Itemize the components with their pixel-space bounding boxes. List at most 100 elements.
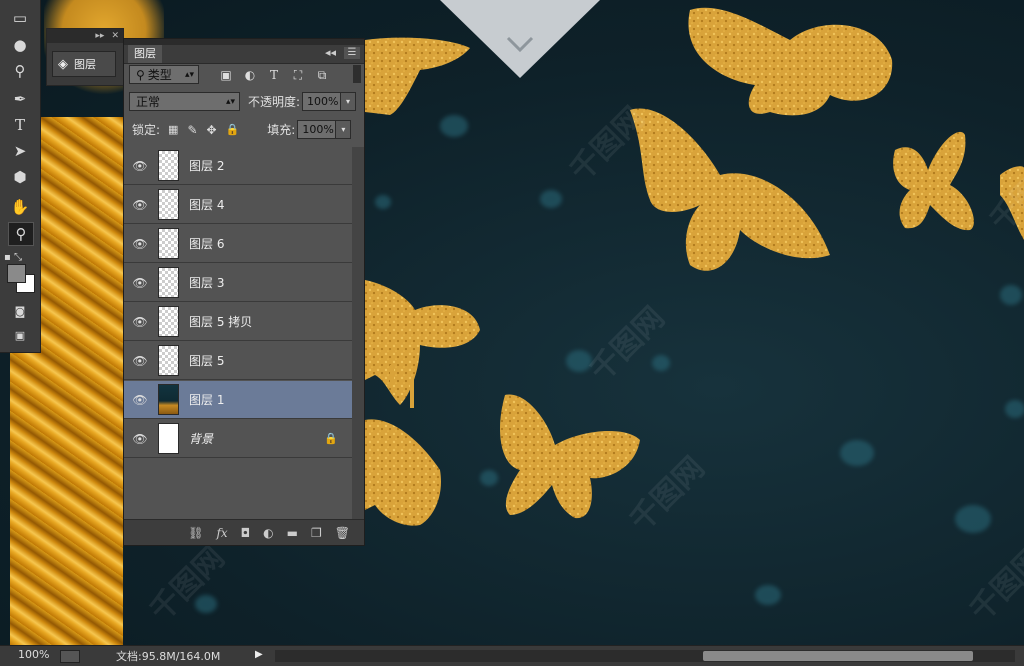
lock-transparent-icon[interactable]: ▦ bbox=[168, 123, 178, 136]
document-info: 文档:95.8M/164.0M bbox=[116, 650, 221, 663]
dock-header: ▸▸ ✕ bbox=[47, 29, 123, 43]
gradient-tool-icon[interactable]: ▭ bbox=[8, 7, 32, 29]
scrollbar-thumb[interactable] bbox=[703, 651, 973, 661]
filter-row: ⚲ 类型 ▴▾ ▣ ◐ T ⛶ ⧉ bbox=[129, 65, 369, 84]
zoom-slider-icon[interactable] bbox=[60, 650, 80, 663]
lock-move-icon[interactable]: ✥ bbox=[207, 123, 217, 137]
layer-thumbnail bbox=[158, 150, 179, 181]
type-tool-icon[interactable]: T bbox=[8, 114, 32, 136]
fx-icon[interactable]: fx bbox=[216, 526, 227, 540]
adjustment-filter-icon[interactable]: ◐ bbox=[241, 67, 259, 83]
close-icon[interactable]: ✕ bbox=[111, 31, 119, 41]
layer-name: 图层 4 bbox=[189, 198, 225, 212]
shape-tool-icon[interactable]: ⬢ bbox=[8, 166, 32, 188]
zoom-level[interactable]: 100% bbox=[18, 648, 49, 661]
eye-icon[interactable]: 👁 bbox=[124, 276, 156, 290]
layer-row[interactable]: 👁 图层 5 拷贝 bbox=[124, 303, 352, 341]
lock-brush-icon[interactable]: ✎ bbox=[187, 123, 197, 137]
quick-mask-icon[interactable]: ◙ bbox=[8, 300, 32, 322]
delete-layer-icon[interactable]: 🗑 bbox=[335, 526, 350, 540]
layer-name: 图层 3 bbox=[189, 276, 225, 290]
layer-name: 图层 5 拷贝 bbox=[189, 315, 253, 329]
layer-name: 图层 6 bbox=[189, 237, 225, 251]
layer-thumbnail bbox=[158, 384, 179, 415]
layer-thumbnail bbox=[158, 189, 179, 220]
layer-row[interactable]: 👁 图层 1 bbox=[124, 381, 352, 419]
pen-tool-icon[interactable]: ✒ bbox=[8, 88, 32, 110]
layer-row[interactable]: 👁 图层 5 bbox=[124, 342, 352, 380]
screen-mode-icon[interactable]: ▣ bbox=[8, 324, 32, 346]
layer-row[interactable]: 👁 图层 4 bbox=[124, 186, 352, 224]
filter-type-select[interactable]: ⚲ 类型 ▴▾ bbox=[129, 65, 199, 84]
lock-all-icon[interactable]: 🔒 bbox=[226, 123, 240, 136]
panel-footer: ⛓ fx ◘ ◐ ▬ ❐ 🗑 bbox=[124, 519, 364, 545]
search-icon: ⚲ bbox=[136, 67, 145, 82]
eye-icon[interactable]: 👁 bbox=[124, 315, 156, 329]
chevron-down-icon: ▴▾ bbox=[225, 97, 235, 107]
blend-mode-select[interactable]: 正常 ▴▾ bbox=[129, 92, 240, 111]
eye-icon[interactable]: 👁 bbox=[124, 198, 156, 212]
layer-thumbnail bbox=[158, 267, 179, 298]
shape-filter-icon[interactable]: ⛶ bbox=[289, 67, 307, 83]
layer-name: 图层 1 bbox=[189, 393, 225, 407]
hand-tool-icon[interactable]: ✋ bbox=[8, 196, 32, 218]
layer-thumbnail bbox=[158, 228, 179, 259]
new-group-icon[interactable]: ▬ bbox=[287, 526, 298, 540]
lock-row: 锁定: ▦ ✎ ✥ 🔒 填充: 100% ▾ bbox=[132, 120, 372, 139]
chevron-down-icon[interactable]: ▾ bbox=[340, 93, 356, 110]
dodge-tool-icon[interactable]: ⚲ bbox=[8, 60, 32, 82]
chevron-down-icon[interactable]: ▾ bbox=[335, 121, 351, 138]
tab-layers[interactable]: 图层 bbox=[128, 45, 162, 63]
foreground-color-swatch[interactable] bbox=[7, 264, 26, 283]
panel-menu-icon[interactable]: ☰ bbox=[344, 47, 360, 59]
layer-list: 👁 图层 2 👁 图层 4 👁 图层 6 👁 图层 3 👁 图层 5 拷贝 👁 bbox=[124, 147, 352, 519]
new-layer-icon[interactable]: ❐ bbox=[311, 526, 322, 540]
eye-icon[interactable]: 👁 bbox=[124, 393, 156, 407]
layer-row[interactable]: 👁 图层 3 bbox=[124, 264, 352, 302]
lock-icon: 🔒 bbox=[324, 432, 338, 445]
layer-thumbnail bbox=[158, 423, 179, 454]
eye-icon[interactable]: 👁 bbox=[124, 432, 156, 446]
filter-toggle[interactable] bbox=[353, 65, 361, 83]
filter-type-value: 类型 bbox=[147, 68, 172, 82]
type-filter-icon[interactable]: T bbox=[265, 67, 283, 83]
chevron-down-icon: ▴▾ bbox=[184, 70, 194, 80]
layers-icon: ◈ bbox=[58, 56, 68, 72]
layer-row[interactable]: 👁 图层 2 bbox=[124, 147, 352, 185]
path-selection-tool-icon[interactable]: ➤ bbox=[8, 140, 32, 162]
blur-tool-icon[interactable]: ● bbox=[8, 34, 32, 56]
blend-mode-value: 正常 bbox=[136, 95, 161, 109]
horizontal-scrollbar[interactable] bbox=[275, 650, 1015, 662]
layer-name: 背景 bbox=[189, 432, 214, 446]
collapsed-panel-dock: ▸▸ ✕ ◈ 图层 bbox=[46, 28, 124, 86]
zoom-tool-icon[interactable]: ⚲ bbox=[8, 222, 34, 246]
collapse-icon[interactable]: ◂◂ bbox=[325, 46, 336, 59]
opacity-label: 不透明度: bbox=[248, 95, 301, 109]
expand-icon[interactable]: ▸▸ bbox=[95, 31, 104, 41]
status-menu-arrow-icon[interactable]: ▶ bbox=[255, 649, 263, 660]
layer-name: 图层 5 bbox=[189, 354, 225, 368]
add-mask-icon[interactable]: ◘ bbox=[241, 526, 251, 540]
layer-thumbnail bbox=[158, 345, 179, 376]
layers-panel-button[interactable]: ◈ 图层 bbox=[52, 51, 116, 77]
status-bar: 100% 文档:95.8M/164.0M ▶ bbox=[0, 645, 1024, 666]
eye-icon[interactable]: 👁 bbox=[124, 354, 156, 368]
layer-thumbnail bbox=[158, 306, 179, 337]
fill-value: 100% bbox=[302, 123, 334, 136]
layer-name: 图层 2 bbox=[189, 159, 225, 173]
smart-object-filter-icon[interactable]: ⧉ bbox=[313, 67, 331, 83]
eye-icon[interactable]: 👁 bbox=[124, 237, 156, 251]
lock-label: 锁定: bbox=[132, 123, 161, 137]
layers-panel-button-label: 图层 bbox=[74, 58, 96, 71]
adjustment-layer-icon[interactable]: ◐ bbox=[263, 526, 273, 540]
eye-icon[interactable]: 👁 bbox=[124, 159, 156, 173]
tools-panel: ▭ ● ⚲ ✒ T ➤ ⬢ ✋ ⚲ ▪ ⤡ ◙ ▣ bbox=[0, 0, 41, 353]
pixel-filter-icon[interactable]: ▣ bbox=[217, 67, 235, 83]
layer-list-scrollbar[interactable] bbox=[352, 147, 364, 519]
fill-label: 填充: bbox=[267, 123, 296, 137]
layer-row[interactable]: 👁 图层 6 bbox=[124, 225, 352, 263]
layer-row[interactable]: 👁 背景 🔒 bbox=[124, 420, 352, 458]
opacity-field[interactable]: 100% ▾ bbox=[302, 92, 357, 111]
fill-field[interactable]: 100% ▾ bbox=[297, 120, 352, 139]
link-layers-icon[interactable]: ⛓ bbox=[188, 526, 203, 540]
